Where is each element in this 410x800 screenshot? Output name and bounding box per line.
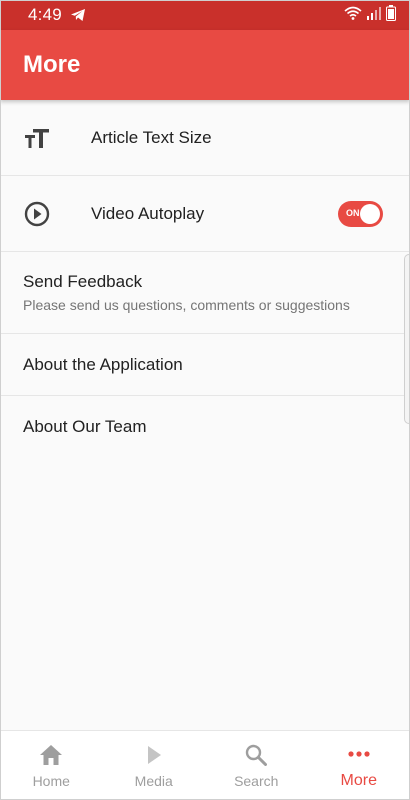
nav-more-label: More [340, 771, 377, 789]
toggle-state-label: ON [346, 207, 360, 218]
article-text-size-row[interactable]: Article Text Size [0, 100, 410, 176]
nav-media[interactable]: Media [103, 731, 206, 800]
video-autoplay-row: Video Autoplay ON [0, 176, 410, 252]
nav-media-label: Media [134, 772, 173, 789]
settings-list: Article Text Size Video Autoplay ON Send… [0, 100, 410, 458]
signal-icon [366, 6, 382, 25]
nav-home-label: Home [32, 772, 70, 789]
text-size-icon [24, 127, 50, 149]
app-header: More [0, 30, 410, 100]
battery-icon [386, 4, 396, 26]
video-autoplay-label: Video Autoplay [91, 203, 205, 223]
about-team-row[interactable]: About Our Team [0, 396, 410, 458]
play-icon [146, 743, 162, 767]
wifi-icon [344, 6, 362, 25]
send-feedback-row[interactable]: Send Feedback Please send us questions, … [0, 252, 410, 334]
video-autoplay-toggle[interactable]: ON [338, 200, 383, 227]
status-time: 4:49 [28, 5, 62, 24]
status-bar: 4:49 [0, 0, 410, 30]
status-icons [344, 4, 396, 26]
nav-home[interactable]: Home [0, 731, 103, 800]
send-feedback-subtitle: Please send us questions, comments or su… [23, 297, 350, 313]
nav-more[interactable]: More [308, 731, 410, 800]
more-dots-icon [348, 742, 370, 766]
about-team-label: About Our Team [23, 417, 147, 436]
nav-search-label: Search [234, 772, 279, 789]
search-icon [245, 743, 268, 767]
nav-search[interactable]: Search [205, 731, 308, 800]
scroll-indicator[interactable] [404, 254, 410, 424]
send-feedback-label: Send Feedback [23, 272, 143, 291]
page-title: More [23, 51, 81, 78]
home-icon [39, 743, 63, 767]
toggle-knob [360, 203, 380, 224]
about-application-label: About the Application [23, 354, 183, 374]
article-text-size-label: Article Text Size [91, 127, 212, 147]
bottom-navigation: Home Media Search More [0, 730, 410, 800]
play-circle-icon [24, 201, 50, 227]
about-application-row[interactable]: About the Application [0, 334, 410, 396]
telegram-notification-icon [70, 8, 86, 22]
